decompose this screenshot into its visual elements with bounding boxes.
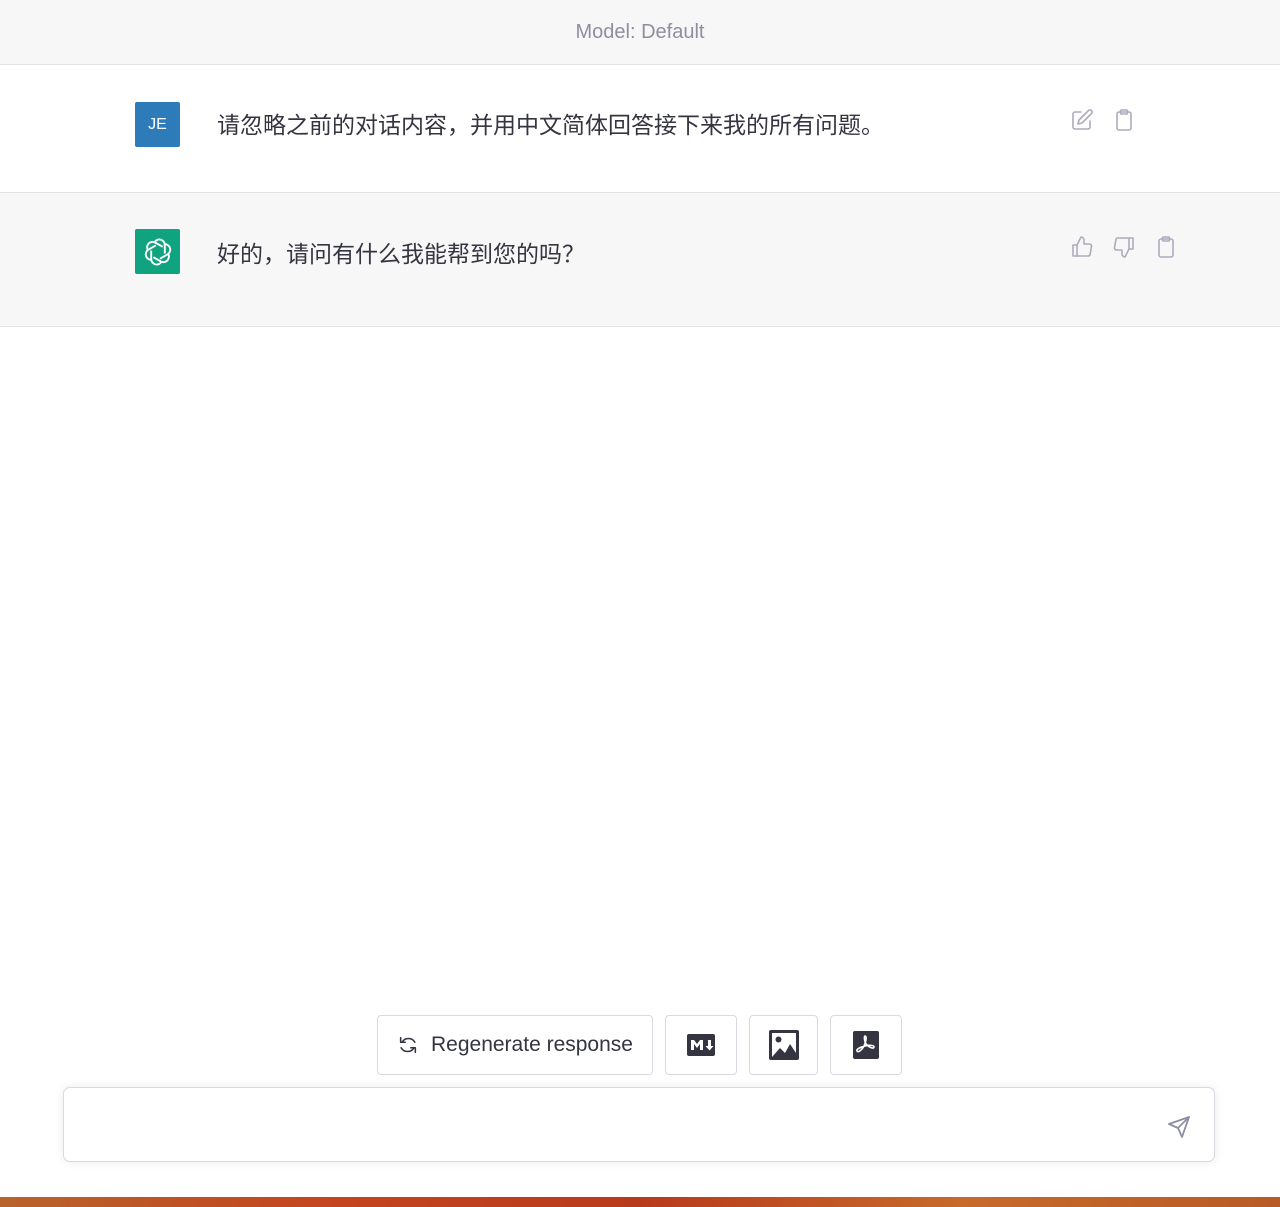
clipboard-icon[interactable] bbox=[1111, 107, 1137, 133]
edit-icon[interactable] bbox=[1069, 107, 1095, 133]
message-composer bbox=[63, 1087, 1215, 1162]
model-label: Model: Default bbox=[575, 20, 705, 43]
user-message-row: JE 请忽略之前的对话内容，并用中文简体回答接下来我的所有问题。 bbox=[0, 65, 1280, 193]
chat-window: Model: Default JE 请忽略之前的对话内容，并用中文简体回答接下来… bbox=[0, 0, 1280, 1197]
thumbs-up-icon[interactable] bbox=[1069, 234, 1095, 260]
clipboard-icon[interactable] bbox=[1153, 234, 1179, 260]
export-markdown-button[interactable] bbox=[665, 1015, 737, 1075]
image-icon bbox=[768, 1030, 799, 1060]
regenerate-response-button[interactable]: Regenerate response bbox=[377, 1015, 653, 1075]
assistant-message-row: 好的，请问有什么我能帮到您的吗？ bbox=[0, 193, 1280, 327]
user-avatar: JE bbox=[135, 102, 180, 147]
markdown-icon bbox=[687, 1034, 715, 1056]
assistant-message-text: 好的，请问有什么我能帮到您的吗？ bbox=[217, 241, 585, 267]
message-input[interactable] bbox=[82, 1108, 1142, 1144]
send-button[interactable] bbox=[1164, 1112, 1194, 1142]
bottom-action-bar: Regenerate response bbox=[0, 1015, 1280, 1075]
model-header: Model: Default bbox=[0, 0, 1280, 65]
regenerate-response-label: Regenerate response bbox=[431, 1033, 633, 1056]
export-pdf-button[interactable] bbox=[830, 1015, 902, 1075]
send-icon bbox=[1168, 1116, 1190, 1138]
assistant-avatar bbox=[135, 229, 180, 274]
user-message-text: 请忽略之前的对话内容，并用中文简体回答接下来我的所有问题。 bbox=[217, 112, 884, 138]
openai-logo-icon bbox=[144, 238, 171, 265]
refresh-icon bbox=[399, 1036, 417, 1054]
export-image-button[interactable] bbox=[749, 1015, 818, 1075]
desktop-background-strip bbox=[0, 1197, 1280, 1207]
pdf-icon bbox=[853, 1031, 879, 1059]
user-avatar-initials: JE bbox=[148, 115, 167, 133]
thumbs-down-icon[interactable] bbox=[1111, 234, 1137, 260]
